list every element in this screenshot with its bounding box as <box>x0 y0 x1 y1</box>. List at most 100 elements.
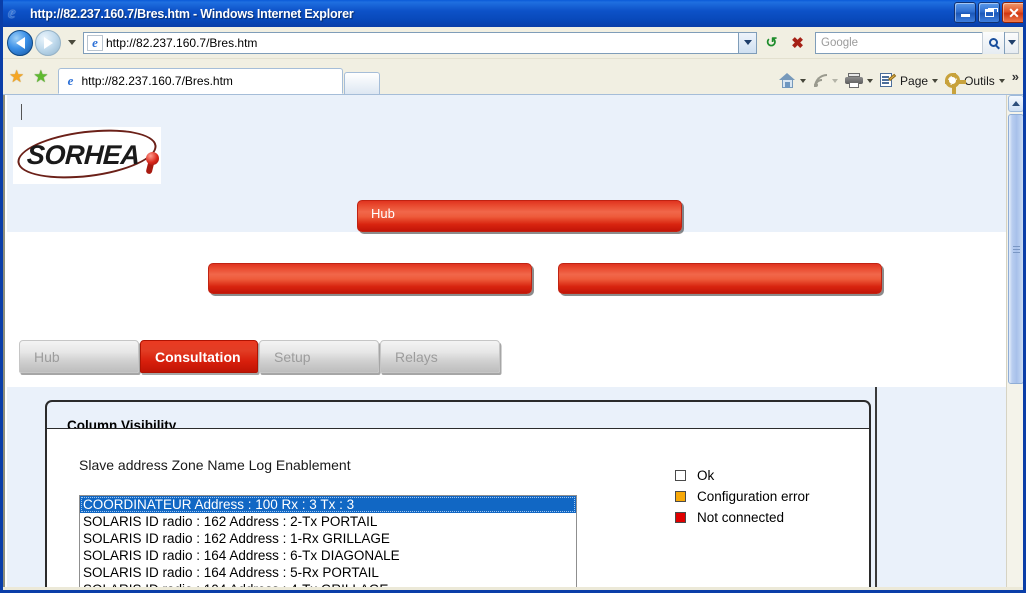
column-visibility-panel: Column Visibility Slave address Zone Nam… <box>45 400 871 590</box>
banner-button-hub[interactable]: Hub <box>357 200 682 232</box>
nav-tab-hub-label: Hub <box>34 348 60 365</box>
site-nav-strip: Hub Consultation Setup Relays <box>7 327 1008 387</box>
close-icon: ✕ <box>1008 4 1020 21</box>
banner-button-2[interactable] <box>208 263 532 294</box>
chevron-down-icon <box>867 78 874 83</box>
web-page: SORHEA Hub Hub Consultation Setup Relays… <box>3 95 1008 590</box>
content-area: Column Visibility Slave address Zone Nam… <box>7 387 1008 590</box>
legend-row-ok: Ok <box>675 465 810 486</box>
banner-button-3[interactable] <box>558 263 882 294</box>
tab-bar: ★ ★ e http://82.237.160.7/Bres.htm Page … <box>3 59 1023 95</box>
nav-tab-relays[interactable]: Relays <box>380 340 500 373</box>
search-input[interactable]: Google <box>815 31 1005 54</box>
legend-label-ok: Ok <box>697 468 715 483</box>
content-inner-frame: Column Visibility Slave address Zone Nam… <box>7 387 877 590</box>
stop-button[interactable]: ✖ <box>786 31 809 54</box>
status-swatch-not-connected <box>675 512 686 523</box>
chevron-down-icon <box>998 78 1005 83</box>
logo-dot-shape <box>146 152 159 165</box>
scroll-up-button[interactable] <box>1008 95 1023 112</box>
address-bar: e http://82.237.160.7/Bres.htm ↺ ✖ Googl… <box>3 27 1023 59</box>
device-listbox[interactable]: COORDINATEUR Address : 100 Rx : 3 Tx : 3… <box>79 495 577 590</box>
close-button[interactable]: ✕ <box>1002 2 1023 23</box>
search-go-button[interactable] <box>982 31 1004 54</box>
nav-tab-consultation-label: Consultation <box>155 348 241 365</box>
chevron-down-icon <box>743 40 752 45</box>
forward-button[interactable] <box>35 29 61 56</box>
text-cursor-mark <box>21 104 22 120</box>
site-nav-tabs: Hub Consultation Setup Relays <box>19 340 501 373</box>
search-provider-dropdown[interactable] <box>1005 31 1019 54</box>
new-tab-button[interactable] <box>343 72 380 94</box>
list-item[interactable]: SOLARIS ID radio : 164 Address : 6-Tx DI… <box>80 547 576 564</box>
sorhea-logo: SORHEA <box>13 127 161 184</box>
page-menu-label: Page <box>900 73 929 88</box>
back-button[interactable] <box>7 29 33 56</box>
status-legend: Ok Configuration error Not connected <box>675 465 810 528</box>
nav-tab-consultation[interactable]: Consultation <box>140 340 258 373</box>
print-icon <box>845 73 864 88</box>
chevron-down-icon <box>932 78 939 83</box>
page-viewport: SORHEA Hub Hub Consultation Setup Relays… <box>3 95 1023 590</box>
nav-tab-hub[interactable]: Hub <box>19 340 139 373</box>
print-button[interactable] <box>845 73 874 88</box>
forward-arrow-icon <box>43 36 53 49</box>
home-button[interactable] <box>779 73 807 88</box>
home-icon <box>779 73 796 88</box>
restore-icon <box>984 7 998 17</box>
chevron-down-icon <box>1007 40 1016 45</box>
legend-label-configuration-error: Configuration error <box>697 489 810 504</box>
list-item[interactable]: SOLARIS ID radio : 162 Address : 1-Rx GR… <box>80 530 576 547</box>
legend-row-configuration-error: Configuration error <box>675 486 810 507</box>
minimize-button[interactable] <box>954 2 976 23</box>
panel-body: Slave address Zone Name Log Enablement C… <box>47 428 869 590</box>
nav-tab-setup[interactable]: Setup <box>259 340 379 373</box>
list-item[interactable]: COORDINATEUR Address : 100 Rx : 3 Tx : 3 <box>80 496 576 513</box>
add-to-favorites-icon[interactable]: ★ <box>33 68 48 85</box>
magnifier-icon <box>989 38 998 47</box>
tab-favicon-icon: e <box>67 73 74 88</box>
scrollbar-thumb[interactable] <box>1008 114 1023 384</box>
refresh-button[interactable]: ↺ <box>760 31 783 54</box>
browser-tab-label: http://82.237.160.7/Bres.htm <box>81 74 233 88</box>
recent-pages-chevron-icon[interactable] <box>68 40 76 45</box>
tools-menu-label: Outils <box>964 73 995 88</box>
command-bar: Page Outils » <box>772 69 1023 94</box>
chevron-down-icon <box>800 78 807 83</box>
tools-menu-button[interactable]: Outils <box>945 73 1005 94</box>
browser-window: e http://82.237.160.7/Bres.htm - Windows… <box>0 0 1026 593</box>
page-menu-button[interactable]: Page <box>880 73 939 88</box>
legend-row-not-connected: Not connected <box>675 507 810 528</box>
feeds-button[interactable] <box>813 73 839 88</box>
nav-tab-relays-label: Relays <box>395 348 438 365</box>
scrollbar-grip-icon <box>1012 244 1020 255</box>
logo-text: SORHEA <box>26 140 141 170</box>
page-scrollbar[interactable] <box>1006 95 1023 590</box>
gear-icon <box>945 73 967 94</box>
nav-tab-setup-label: Setup <box>274 348 311 365</box>
page-favicon-icon: e <box>87 34 103 51</box>
list-item[interactable]: SOLARIS ID radio : 164 Address : 5-Rx PO… <box>80 564 576 581</box>
status-swatch-ok <box>675 470 686 481</box>
status-swatch-configuration-error <box>675 491 686 502</box>
columns-header-label: Slave address Zone Name Log Enablement <box>79 457 351 473</box>
page-icon <box>880 73 896 88</box>
chevron-down-icon <box>832 78 839 83</box>
favorites-icon[interactable]: ★ <box>9 68 24 85</box>
command-overflow-button[interactable]: » <box>1012 69 1019 84</box>
search-placeholder: Google <box>821 36 859 49</box>
browser-tab[interactable]: e http://82.237.160.7/Bres.htm <box>57 68 343 94</box>
window-title: http://82.237.160.7/Bres.htm - Windows I… <box>30 6 354 21</box>
stop-icon: ✖ <box>791 34 804 52</box>
site-header: SORHEA Hub <box>7 95 1008 294</box>
list-item[interactable]: SOLARIS ID radio : 162 Address : 2-Tx PO… <box>80 513 576 530</box>
chevron-up-icon <box>1012 101 1020 106</box>
minimize-icon <box>960 14 970 17</box>
restore-button[interactable] <box>978 2 1000 23</box>
refresh-icon: ↺ <box>765 34 778 50</box>
rss-feed-icon <box>813 73 828 88</box>
address-input[interactable]: e http://82.237.160.7/Bres.htm <box>83 31 757 54</box>
internet-explorer-icon: e <box>8 3 16 22</box>
address-dropdown-button[interactable] <box>738 32 756 53</box>
title-bar: e http://82.237.160.7/Bres.htm - Windows… <box>3 0 1023 27</box>
